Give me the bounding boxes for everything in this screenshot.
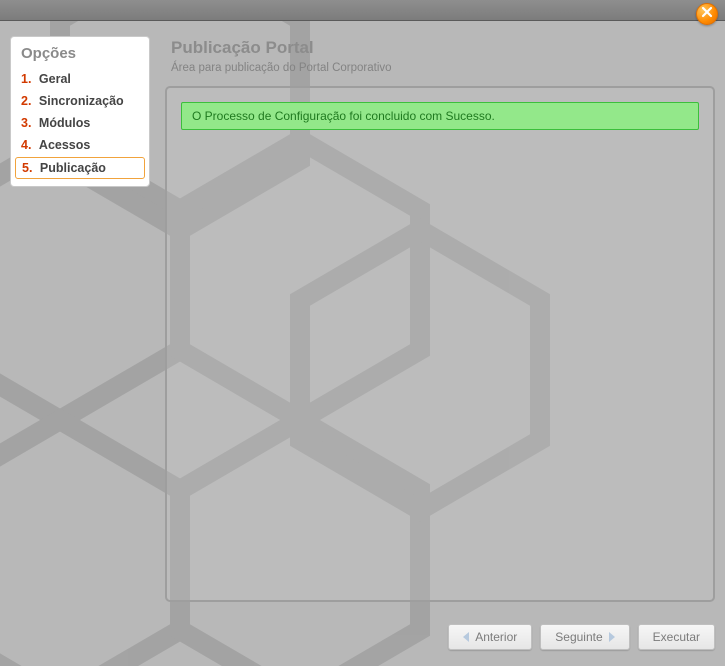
sidebar-item-acessos[interactable]: 4. Acessos: [11, 134, 149, 156]
next-button[interactable]: Seguinte: [540, 624, 629, 650]
close-button[interactable]: [696, 3, 718, 25]
sidebar-item-number: 1.: [21, 72, 31, 86]
prev-button-label: Anterior: [475, 630, 517, 644]
sidebar-item-number: 3.: [21, 116, 31, 130]
chevron-right-icon: [609, 632, 615, 642]
success-message: O Processo de Configuração foi concluido…: [181, 102, 699, 130]
content-panel: O Processo de Configuração foi concluido…: [165, 86, 715, 602]
execute-button-label: Executar: [653, 630, 700, 644]
options-sidebar: Opções 1. Geral 2. Sincronização 3. Módu…: [10, 36, 150, 187]
sidebar-item-number: 2.: [21, 94, 31, 108]
sidebar-item-modulos[interactable]: 3. Módulos: [11, 112, 149, 134]
sidebar-title: Opções: [11, 41, 149, 68]
sidebar-item-label: Sincronização: [39, 94, 124, 108]
sidebar-item-label: Módulos: [39, 116, 90, 130]
sidebar-item-label: Publicação: [40, 161, 106, 175]
chevron-left-icon: [463, 632, 469, 642]
main-area: Publicação Portal Área para publicação d…: [165, 36, 715, 608]
sidebar-item-geral[interactable]: 1. Geral: [11, 68, 149, 90]
execute-button[interactable]: Executar: [638, 624, 715, 650]
close-icon: [701, 5, 713, 23]
sidebar-item-number: 4.: [21, 138, 31, 152]
prev-button[interactable]: Anterior: [448, 624, 532, 650]
page-subtitle: Área para publicação do Portal Corporati…: [171, 62, 715, 74]
sidebar-item-sincronizacao[interactable]: 2. Sincronização: [11, 90, 149, 112]
title-bar: [0, 0, 725, 21]
sidebar-item-label: Geral: [39, 72, 71, 86]
sidebar-item-number: 5.: [22, 161, 32, 175]
page-title: Publicação Portal: [171, 38, 715, 58]
sidebar-item-label: Acessos: [39, 138, 90, 152]
footer-buttons: Anterior Seguinte Executar: [448, 624, 715, 650]
sidebar-item-publicacao[interactable]: 5. Publicação: [15, 157, 145, 179]
next-button-label: Seguinte: [555, 630, 602, 644]
